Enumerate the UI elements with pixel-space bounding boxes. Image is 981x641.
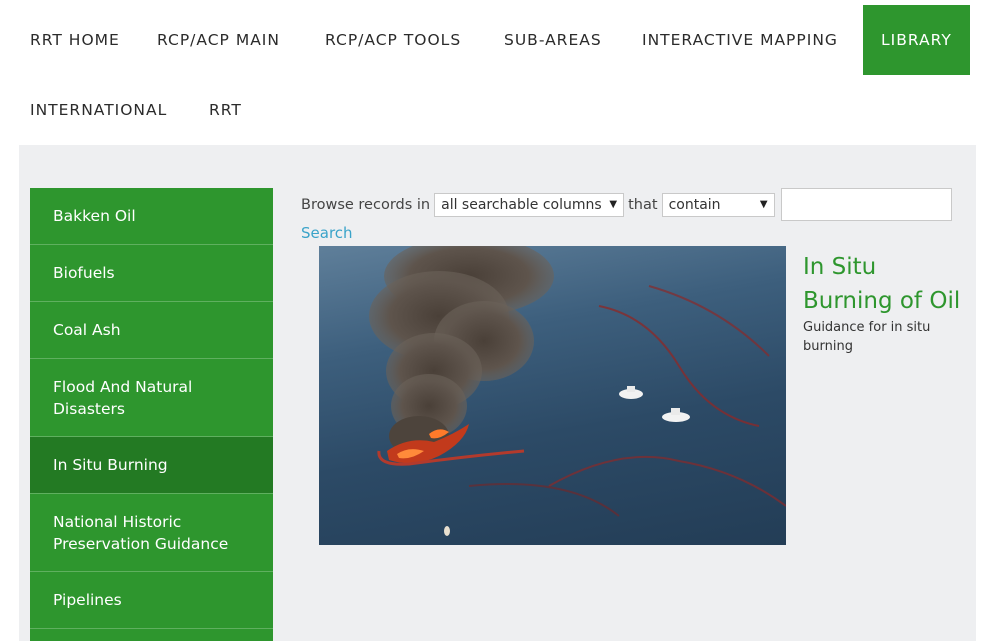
sidebar-item-biofuels[interactable]: Biofuels [30,245,273,302]
nav-item-international[interactable]: INTERNATIONAL [30,101,167,119]
search-prefix-text: Browse records in [301,196,431,213]
feature-description: Guidance for in situ burning [803,320,931,354]
nav-item-sub-areas[interactable]: SUB-AREAS [504,31,602,49]
column-select[interactable]: all searchable columns ▼ [434,192,625,217]
search-middle-text: that [628,196,658,213]
sidebar-item-label: Pipelines [53,591,122,609]
sidebar-item-label: Biofuels [53,264,115,282]
operator-select-value: contain [668,196,721,213]
sidebar-item-label: In Situ Burning [53,456,168,474]
sidebar-item-national-historic-preservation-guidance[interactable]: National Historic Preservation Guidance [30,494,273,572]
oil-burn-photo[interactable] [319,246,786,545]
nav-item-library[interactable]: LIBRARY [863,5,970,75]
sidebar-item-flood-and-natural-disasters[interactable]: Flood And Natural Disasters [30,359,273,437]
nav-item-rrt-home[interactable]: RRT HOME [30,31,120,49]
nav-item-rrt[interactable]: RRT [209,101,242,119]
sidebar-item-pipelines[interactable]: Pipelines [30,572,273,629]
sidebar-item-bakken-oil[interactable]: Bakken Oil [30,188,273,245]
feature-title[interactable]: In Situ Burning of Oil [803,250,973,318]
sidebar-item-coal-ash[interactable]: Coal Ash [30,302,273,359]
oil-burn-photo-icon [369,246,786,536]
sidebar-item-label: Flood And Natural Disasters [53,377,193,418]
sidebar-item-label: Bakken Oil [53,207,136,225]
operator-select[interactable]: contain ▼ [661,192,775,217]
nav-item-rcp-acp-main[interactable]: RCP/ACP MAIN [157,31,280,49]
nav-item-interactive-mapping[interactable]: INTERACTIVE MAPPING [642,31,838,49]
sidebar-item-label: Coal Ash [53,321,121,339]
top-navigation: RRT HOME RCP/ACP MAIN RCP/ACP TOOLS SUB-… [0,0,981,145]
column-select-value: all searchable columns [441,196,602,213]
search-row: Browse records in all searchable columns… [301,188,952,221]
sidebar-item-label: National Historic Preservation Guidance [53,512,229,553]
sidebar-item-partial[interactable] [30,629,273,641]
library-sidebar: Bakken Oil Biofuels Coal Ash Flood And N… [30,188,273,641]
dropdown-arrow-icon: ▼ [609,199,618,210]
search-input[interactable] [780,188,952,221]
search-link[interactable]: Search [301,224,353,242]
dropdown-arrow-icon: ▼ [759,199,768,210]
nav-item-rcp-acp-tools[interactable]: RCP/ACP TOOLS [325,31,461,49]
sidebar-item-in-situ-burning[interactable]: In Situ Burning [30,437,273,494]
